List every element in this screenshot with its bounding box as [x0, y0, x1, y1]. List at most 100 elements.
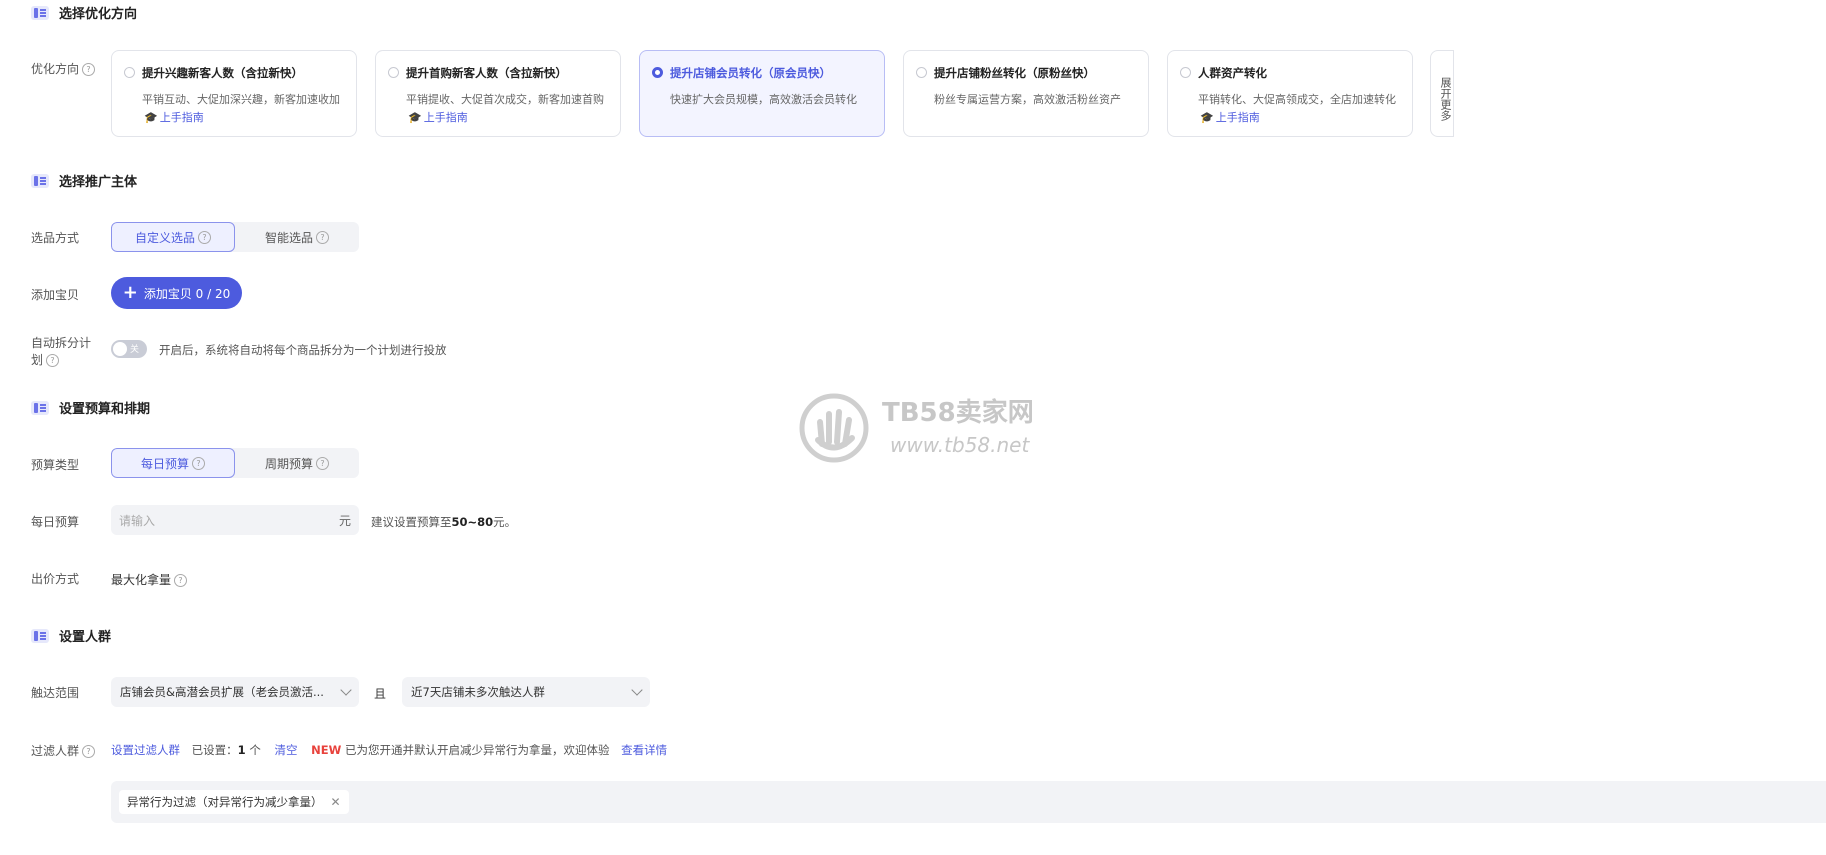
- reach-select-2[interactable]: 近7天店铺未多次触达人群: [402, 677, 650, 707]
- direction-card-1[interactable]: 提升兴趣新客人数（含拉新快） 平销互动、大促加深兴趣，新客加速收加 🎓 上手指南: [111, 50, 357, 137]
- direction-card-3[interactable]: 提升店铺会员转化（原会员快） 快速扩大会员规模，高效激活会员转化: [639, 50, 885, 137]
- hint-value: 50~80: [451, 515, 494, 529]
- section-title-text: 设置预算和排期: [59, 402, 151, 417]
- card-desc: 平销转化、大促高领成交，全店加速转化 🎓 上手指南: [1198, 91, 1402, 127]
- help-icon[interactable]: ?: [82, 745, 96, 758]
- section-icon: [31, 400, 49, 415]
- help-icon[interactable]: ?: [316, 456, 330, 470]
- card-desc-text: 平销提收、大促首次成交，新客加速首购: [406, 93, 604, 106]
- radio-button[interactable]: [388, 67, 399, 78]
- guide-link[interactable]: 上手指南: [160, 111, 204, 124]
- help-icon[interactable]: ?: [82, 63, 96, 76]
- card-desc-text: 平销互动、大促加深兴趣，新客加速收加: [142, 93, 340, 106]
- section-title-text: 设置人群: [59, 630, 112, 645]
- auto-split-toggle[interactable]: 关: [111, 340, 147, 358]
- budget-type-segment: 每日预算? 周期预算?: [111, 448, 359, 478]
- reach-select-1[interactable]: 店铺会员&高潜会员扩展（老会员激活...: [111, 677, 359, 707]
- option-label: 周期预算: [265, 456, 314, 471]
- filter-row: 设置过滤人群 已设置：1 个 清空 NEW 已为您开通并默认开启减少异常行为拿量…: [111, 742, 667, 758]
- chevron-down-icon: [631, 684, 643, 696]
- custom-select-option[interactable]: 自定义选品?: [111, 222, 236, 252]
- label-add-item: 添加宝贝: [31, 288, 80, 302]
- section-title-direction: 选择优化方向: [31, 3, 137, 22]
- card-desc-text: 快速扩大会员规模，高效激活会员转化: [670, 93, 857, 106]
- close-icon[interactable]: ✕: [331, 795, 341, 809]
- help-icon[interactable]: ?: [46, 354, 60, 367]
- card-desc-text: 平销转化、大促高领成交，全店加速转化: [1198, 93, 1396, 106]
- clear-link[interactable]: 清空: [274, 743, 297, 757]
- auto-split-desc: 开启后，系统将自动将每个商品拆分为一个计划进行投放: [159, 343, 447, 357]
- card-title: 人群资产转化: [1198, 66, 1267, 80]
- help-icon[interactable]: ?: [192, 456, 206, 470]
- section-title-budget: 设置预算和排期: [31, 398, 150, 417]
- label-select-method: 选品方式: [31, 231, 80, 245]
- input-placeholder: 请输入: [119, 513, 156, 528]
- count-unit: 个: [249, 743, 261, 757]
- card-desc: 粉丝专属运营方案，高效激活粉丝资产: [934, 91, 1138, 109]
- option-label: 自定义选品: [135, 230, 196, 245]
- chevron-down-icon: [340, 684, 352, 696]
- expand-more-label: 展开更多: [1439, 76, 1452, 121]
- direction-card-2[interactable]: 提升首购新客人数（含拉新快） 平销提收、大促首次成交，新客加速首购 🎓 上手指南: [375, 50, 621, 137]
- hint-prefix: 建议设置预算至: [371, 515, 452, 529]
- and-label: 且: [374, 687, 387, 701]
- filter-count: 1: [237, 743, 246, 757]
- card-desc-text: 粉丝专属运营方案，高效激活粉丝资产: [934, 93, 1121, 106]
- guide-link[interactable]: 上手指南: [424, 111, 468, 124]
- graduation-cap-icon: 🎓: [408, 111, 422, 124]
- bid-text: 最大化拿量: [111, 573, 172, 587]
- daily-budget-option[interactable]: 每日预算?: [111, 448, 236, 478]
- watermark-title: TB58卖家网: [882, 398, 1034, 428]
- section-title-subject: 选择推广主体: [31, 171, 137, 190]
- toggle-knob: [113, 342, 127, 356]
- card-title: 提升店铺会员转化（原会员快）: [670, 66, 831, 80]
- card-desc: 快速扩大会员规模，高效激活会员转化: [670, 91, 874, 109]
- period-budget-option[interactable]: 周期预算?: [235, 448, 359, 478]
- toggle-state: 关: [130, 345, 140, 355]
- graduation-cap-icon: 🎓: [1200, 111, 1214, 124]
- card-title: 提升兴趣新客人数（含拉新快）: [142, 66, 303, 80]
- set-label: 已设置：: [191, 743, 238, 757]
- input-unit: 元: [338, 513, 351, 528]
- label-auto-split: 自动拆分计 划?: [31, 335, 91, 369]
- help-icon[interactable]: ?: [174, 574, 188, 587]
- help-icon[interactable]: ?: [316, 230, 330, 244]
- direction-card-4[interactable]: 提升店铺粉丝转化（原粉丝快） 粉丝专属运营方案，高效激活粉丝资产: [903, 50, 1149, 137]
- select-method-segment: 自定义选品? 智能选品?: [111, 222, 359, 252]
- tag-label: 异常行为过滤（对异常行为减少拿量）: [127, 795, 323, 809]
- radio-button-selected[interactable]: [652, 67, 663, 78]
- section-icon: [31, 173, 49, 188]
- section-title-crowd: 设置人群: [31, 626, 111, 645]
- budget-hint: 建议设置预算至50~80元。: [371, 514, 516, 530]
- section-title-text: 选择推广主体: [59, 175, 138, 190]
- direction-card-5[interactable]: 人群资产转化 平销转化、大促高领成交，全店加速转化 🎓 上手指南: [1167, 50, 1413, 137]
- add-item-button[interactable]: + 添加宝贝 0 / 20: [111, 277, 242, 309]
- guide-link[interactable]: 上手指南: [1216, 111, 1260, 124]
- label-daily-budget: 每日预算: [31, 515, 80, 529]
- smart-select-option[interactable]: 智能选品?: [235, 222, 359, 252]
- expand-more-button[interactable]: 展开更多: [1430, 50, 1454, 137]
- watermark-logo: [799, 393, 869, 463]
- help-icon[interactable]: ?: [198, 230, 212, 244]
- card-title: 提升首购新客人数（含拉新快）: [406, 66, 567, 80]
- card-title: 提升店铺粉丝转化（原粉丝快）: [934, 66, 1095, 80]
- card-desc: 平销提收、大促首次成交，新客加速首购 🎓 上手指南: [406, 91, 610, 127]
- hint-suffix: 元。: [493, 515, 517, 529]
- watermark-url: www.tb58.net: [890, 433, 1030, 457]
- radio-button[interactable]: [124, 67, 135, 78]
- label-line: 自动拆分计: [31, 336, 92, 350]
- card-desc: 平销互动、大促加深兴趣，新客加速收加 🎓 上手指南: [142, 91, 346, 127]
- daily-budget-input[interactable]: 请输入 元: [111, 505, 359, 535]
- radio-button[interactable]: [1180, 67, 1191, 78]
- label-text: 过滤人群: [31, 744, 80, 758]
- select-value: 近7天店铺未多次触达人群: [411, 685, 545, 699]
- filter-notice: 已为您开通并默认开启减少异常行为拿量，欢迎体验: [344, 743, 610, 757]
- label-text: 优化方向: [31, 62, 80, 76]
- label-bid-method: 出价方式: [31, 572, 80, 586]
- set-filter-link[interactable]: 设置过滤人群: [111, 743, 180, 757]
- radio-button[interactable]: [916, 67, 927, 78]
- section-title-text: 选择优化方向: [59, 7, 138, 22]
- view-details-link[interactable]: 查看详情: [621, 743, 667, 757]
- plus-icon: +: [122, 282, 138, 303]
- option-label: 每日预算: [141, 456, 190, 471]
